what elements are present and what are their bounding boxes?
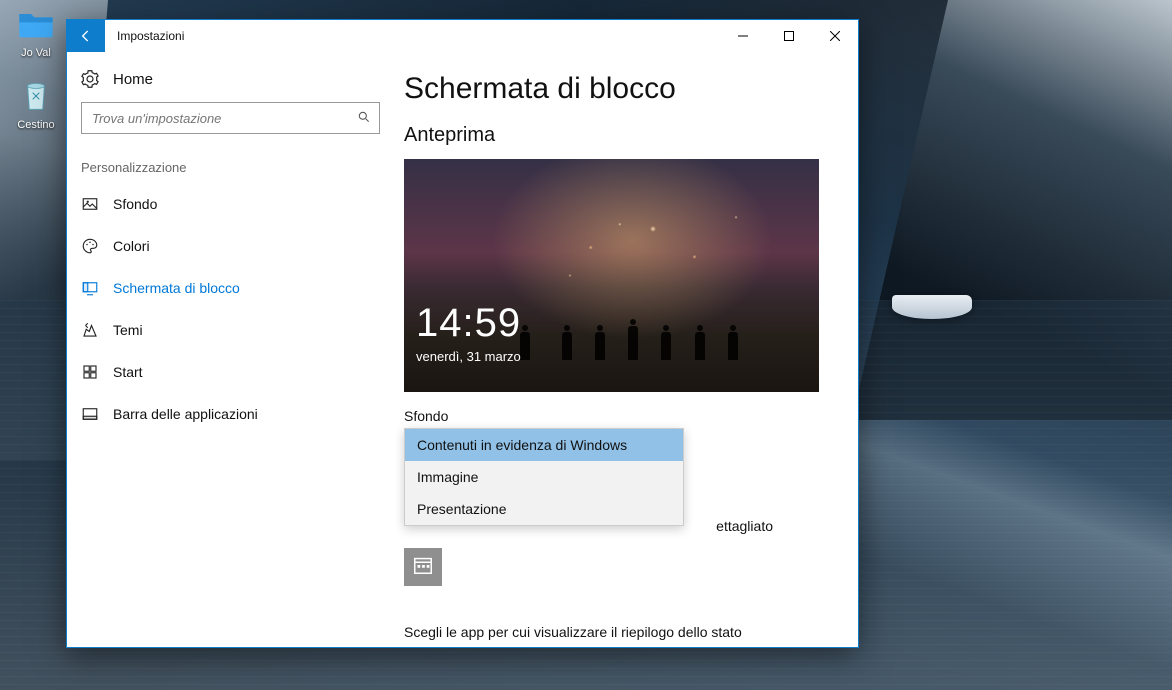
window-title: Impostazioni: [105, 20, 720, 52]
search-input[interactable]: [92, 111, 357, 126]
sidebar-item-label: Sfondo: [113, 196, 157, 212]
preview-heading: Anteprima: [404, 124, 834, 147]
dropdown-option-spotlight[interactable]: Contenuti in evidenza di Windows: [405, 429, 683, 461]
minimize-button[interactable]: [720, 20, 766, 52]
recycle-bin-icon: [16, 76, 56, 116]
sidebar-item-lockscreen[interactable]: Schermata di blocco: [67, 267, 394, 309]
sidebar-item-label: Schermata di blocco: [113, 280, 240, 296]
sidebar: Home Personalizzazione Sfondo: [67, 52, 394, 647]
back-button[interactable]: [67, 20, 105, 52]
palette-icon: [81, 237, 99, 255]
sidebar-section-label: Personalizzazione: [67, 142, 394, 183]
sidebar-item-label: Barra delle applicazioni: [113, 406, 258, 422]
calendar-icon: [412, 554, 434, 581]
themes-icon: [81, 321, 99, 339]
quick-status-label: Scegli le app per cui visualizzare il ri…: [404, 624, 828, 640]
wallpaper-iceberg: [892, 295, 972, 319]
sidebar-item-colors[interactable]: Colori: [67, 225, 394, 267]
titlebar: Impostazioni: [67, 20, 858, 52]
search-wrap: [67, 98, 394, 142]
detailed-status-app-tile[interactable]: [404, 548, 442, 586]
desktop-icon-recyclebin[interactable]: Cestino: [4, 76, 68, 131]
user-folder-icon: [16, 4, 56, 44]
taskbar-icon: [81, 405, 99, 423]
sidebar-item-label: Temi: [113, 322, 143, 338]
gear-icon: [81, 70, 99, 88]
sidebar-item-start[interactable]: Start: [67, 351, 394, 393]
start-icon: [81, 363, 99, 381]
picture-icon: [81, 195, 99, 213]
lockscreen-icon: [81, 279, 99, 297]
close-button[interactable]: [812, 20, 858, 52]
background-label: Sfondo: [404, 408, 834, 424]
page-title: Schermata di blocco: [404, 72, 834, 106]
sidebar-item-label: Colori: [113, 238, 150, 254]
content: Schermata di blocco Anteprima 14:59 vene…: [394, 52, 858, 647]
preview-date: venerdì, 31 marzo: [416, 349, 521, 364]
dropdown-option-slideshow[interactable]: Presentazione: [405, 493, 683, 525]
sidebar-home[interactable]: Home: [67, 60, 394, 98]
lock-screen-preview: 14:59 venerdì, 31 marzo: [404, 159, 819, 392]
desktop-icon-user[interactable]: Jo Val: [4, 4, 68, 59]
desktop-icon-recyclebin-label: Cestino: [4, 119, 68, 131]
sidebar-item-background[interactable]: Sfondo: [67, 183, 394, 225]
settings-window: Impostazioni Home: [66, 19, 859, 648]
maximize-button[interactable]: [766, 20, 812, 52]
desktop-icon-user-label: Jo Val: [4, 47, 68, 59]
sidebar-item-label: Start: [113, 364, 143, 380]
sidebar-item-taskbar[interactable]: Barra delle applicazioni: [67, 393, 394, 435]
dropdown-option-picture[interactable]: Immagine: [405, 461, 683, 493]
search-icon: [357, 110, 371, 127]
dropdown-panel: Contenuti in evidenza di Windows Immagin…: [404, 428, 684, 526]
preview-time: 14:59: [416, 301, 521, 346]
search-box[interactable]: [81, 102, 380, 134]
sidebar-home-label: Home: [113, 71, 153, 88]
sidebar-item-themes[interactable]: Temi: [67, 309, 394, 351]
